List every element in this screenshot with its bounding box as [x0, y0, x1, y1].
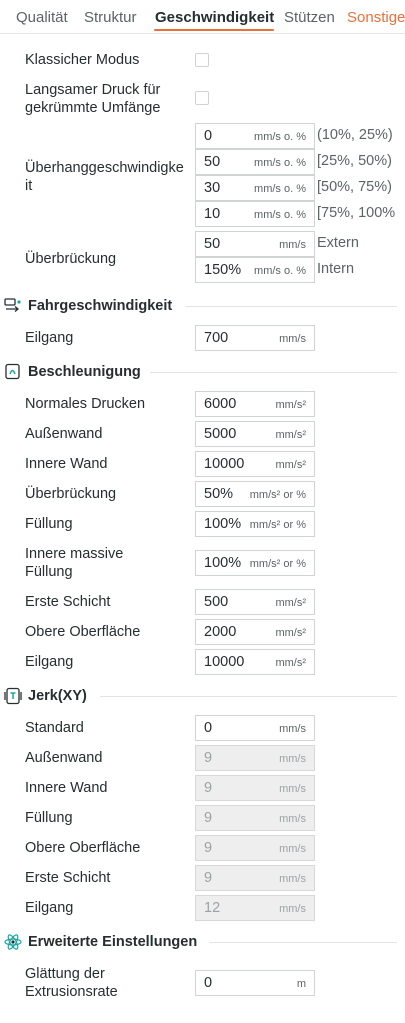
section-divider [100, 696, 397, 697]
jerk-travel-field: 12 mm/s [195, 895, 315, 921]
tab-speed[interactable]: Geschwindigkeit [155, 9, 274, 26]
accel-bridge-label: Überbrückung [25, 486, 117, 502]
accel-normal-printing-label: Normales Drucken [25, 396, 146, 412]
jerk-top-surface-label: Obere Oberfläche [25, 840, 141, 856]
section-divider [210, 942, 397, 943]
jerk-infill-field: 9 mm/s [195, 805, 315, 831]
accel-internal-solid-infill-label: Innere massive Füllung [25, 546, 124, 580]
accel-internal-solid-infill-field[interactable]: 100% mm/s² or % [195, 550, 315, 576]
jerk-default-label: Standard [25, 720, 84, 736]
tab-divider [0, 33, 405, 34]
accel-infill-label: Füllung [25, 516, 73, 532]
advanced-settings-icon [4, 934, 22, 950]
extrusion-rate-smoothing-field[interactable]: 0m [195, 970, 315, 996]
travel-speed-label: Eilgang [25, 330, 74, 346]
active-tab-indicator [154, 29, 274, 31]
accel-travel-field[interactable]: 10000 mm/s² [195, 649, 315, 675]
accel-first-layer-label: Erste Schicht [25, 594, 111, 610]
tab-supports[interactable]: Stützen [284, 9, 335, 26]
overhang-speed-field-4[interactable]: 10 mm/s o. % [195, 201, 315, 227]
bridge-external-field[interactable]: 50 mm/s [195, 231, 315, 257]
jerk-infill-label: Füllung [25, 810, 73, 826]
acceleration-icon [5, 363, 20, 380]
jerk-section-title: Jerk(XY) [28, 688, 87, 704]
accel-top-surface-label: Obere Oberfläche [25, 624, 141, 640]
overhang-range-1: (10%, 25%) [317, 127, 393, 143]
overhang-speed-field-2[interactable]: 50 mm/s o. % [195, 149, 315, 175]
tab-quality[interactable]: Qualität [16, 9, 68, 26]
slow-down-curled-label: Langsamer Druck für gekrümmte Umfänge [25, 82, 161, 116]
accel-first-layer-field[interactable]: 500 mm/s² [195, 589, 315, 615]
jerk-outer-wall-field: 9 mm/s [195, 745, 315, 771]
bridge-external-label: Extern [317, 235, 359, 251]
advanced-settings-section-title: Erweiterte Einstellungen [28, 934, 198, 950]
overhang-speed-label: Überhanggeschwindigkeit [25, 160, 184, 194]
extrusion-rate-smoothing-label: Glättung der Extrusionsrate [25, 966, 118, 1000]
bridge-internal-label: Intern [317, 261, 355, 277]
travel-speed-section-title: Fahrgeschwindigkeit [28, 298, 173, 314]
travel-speed-icon [4, 298, 21, 312]
slow-down-curled-checkbox[interactable] [195, 91, 209, 105]
classic-mode-label: Klassicher Modus [25, 52, 140, 68]
accel-bridge-field[interactable]: 50% mm/s² or % [195, 481, 315, 507]
tab-others[interactable]: Sonstige [347, 9, 405, 26]
bridge-internal-field[interactable]: 150% mm/s o. % [195, 257, 315, 283]
jerk-outer-wall-label: Außenwand [25, 750, 103, 766]
accel-inner-wall-label: Innere Wand [25, 456, 108, 472]
jerk-icon [4, 687, 22, 705]
acceleration-section-title: Beschleunigung [28, 364, 141, 380]
overhang-range-4: [75%, 100% [317, 205, 396, 221]
jerk-inner-wall-label: Innere Wand [25, 780, 108, 796]
jerk-top-surface-field: 9 mm/s [195, 835, 315, 861]
jerk-inner-wall-field: 9 mm/s [195, 775, 315, 801]
jerk-default-field[interactable]: 0 mm/s [195, 715, 315, 741]
section-divider [150, 372, 397, 373]
overhang-range-3: [50%, 75%) [317, 179, 392, 195]
accel-inner-wall-field[interactable]: 10000 mm/s² [195, 451, 315, 477]
accel-normal-printing-field[interactable]: 6000 mm/s² [195, 391, 315, 417]
accel-outer-wall-field[interactable]: 5000 mm/s² [195, 421, 315, 447]
tab-structure[interactable]: Struktur [84, 9, 137, 26]
accel-outer-wall-label: Außenwand [25, 426, 103, 442]
classic-mode-checkbox[interactable] [195, 53, 209, 67]
overhang-speed-field-3[interactable]: 30 mm/s o. % [195, 175, 315, 201]
travel-speed-field[interactable]: 700 mm/s [195, 325, 315, 351]
jerk-first-layer-field: 9 mm/s [195, 865, 315, 891]
accel-top-surface-field[interactable]: 2000 mm/s² [195, 619, 315, 645]
accel-infill-field[interactable]: 100% mm/s² or % [195, 511, 315, 537]
jerk-first-layer-label: Erste Schicht [25, 870, 111, 886]
jerk-travel-label: Eilgang [25, 900, 74, 916]
section-divider [186, 306, 397, 307]
bridge-speed-label: Überbrückung [25, 251, 117, 267]
overhang-speed-field-1[interactable]: 0 mm/s o. % [195, 123, 315, 149]
accel-travel-label: Eilgang [25, 654, 74, 670]
tab-bar: Qualität Struktur Geschwindigkeit Stütze… [0, 0, 405, 33]
overhang-range-2: [25%, 50%) [317, 153, 392, 169]
